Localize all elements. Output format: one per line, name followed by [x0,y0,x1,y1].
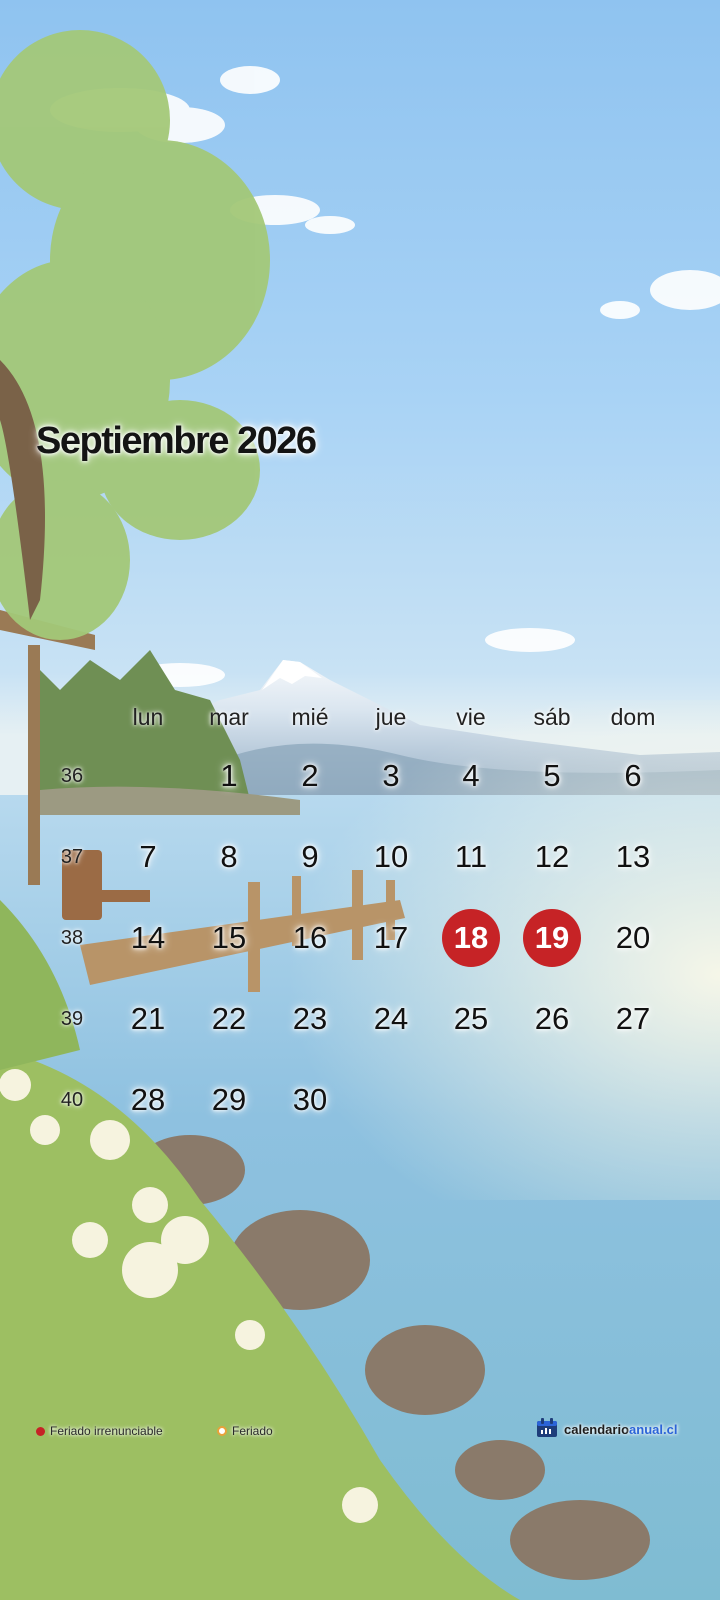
orange-dot-icon [217,1426,227,1436]
weekday-header: sáb [533,704,571,730]
day-cell: 1 [220,758,238,793]
weekday-header: dom [610,704,656,730]
lake-landscape-background [0,30,720,1600]
weekday-header: jue [375,704,407,730]
calendar-icon [536,1418,558,1441]
holiday-day-cell: 18 [442,909,500,967]
week-number: 40 [60,1089,84,1111]
day-cell: 3 [382,758,400,793]
day-cell: 14 [130,920,166,955]
brand-name-part1: calendario [564,1422,630,1437]
brand-name-part2: anual.cl [629,1422,678,1437]
day-cell: 2 [301,758,319,793]
month-title: Septiembre 2026 [36,420,317,462]
day-cell: 6 [624,758,642,793]
weekday-header: mar [209,704,249,730]
day-cell: 7 [139,839,157,874]
day-cell: 23 [292,1001,328,1036]
day-cell: 30 [292,1082,328,1117]
day-cell: 10 [373,839,409,874]
day-cell: 28 [130,1082,166,1117]
day-cell: 21 [130,1001,166,1036]
day-cell: 22 [211,1001,247,1036]
day-cell: 4 [462,758,480,793]
legend-label-irrenunciable: Feriado irrenunciable [50,1424,163,1438]
day-cell: 26 [534,1001,570,1036]
day-cell: 20 [615,920,651,955]
day-cell: 15 [211,920,247,955]
day-cell: 27 [615,1001,651,1036]
wallpaper: Septiembre 2026 lun mar mié jue vie sáb dom 36 1… [0,0,720,1600]
day-cell: 29 [211,1082,247,1117]
legend-item-irrenunciable: Feriado irrenunciable [36,1424,163,1438]
legend-item-feriado: Feriado [217,1424,273,1438]
week-number: 37 [60,846,84,868]
weekday-header: vie [456,704,486,730]
day-cell: 17 [373,920,409,955]
day-cell: 11 [454,839,488,874]
weekday-header: mié [291,704,329,730]
week-number: 38 [60,927,84,949]
legend-label-feriado: Feriado [232,1424,273,1438]
day-cell: 24 [373,1001,409,1036]
day-cell: 9 [301,839,319,874]
day-cell: 16 [292,920,328,955]
holiday-day-cell: 19 [523,909,581,967]
week-number: 39 [60,1008,84,1030]
day-cell: 8 [220,839,238,874]
week-number: 36 [60,765,84,787]
day-cell: 12 [534,839,570,874]
day-cell: 13 [615,839,651,874]
weekday-header: lun [132,704,164,730]
day-cell: 25 [453,1001,489,1036]
day-cell: 5 [543,758,561,793]
red-dot-icon [36,1426,45,1436]
brand-logo: calendario anual.cl [536,1418,677,1441]
